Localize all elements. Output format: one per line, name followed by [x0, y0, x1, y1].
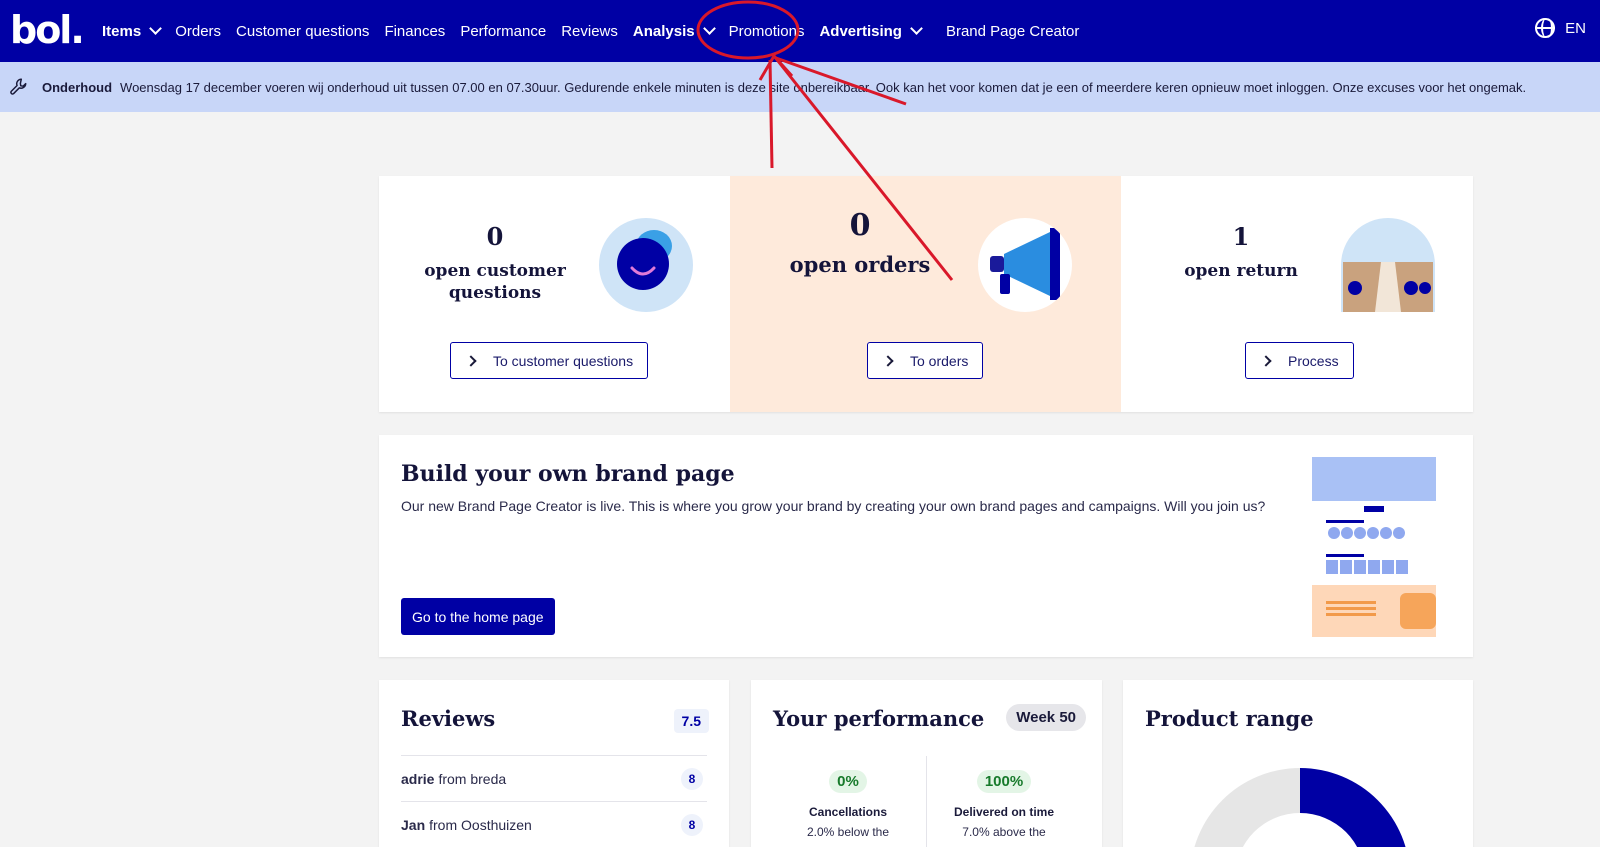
banner-title: Onderhoud [42, 79, 113, 95]
reviews-card: Reviews 7.5 adrie from breda 8 Jan from … [379, 680, 729, 847]
stats-card: 0 open customer questions To customer qu… [379, 176, 1473, 412]
wrench-icon [10, 78, 27, 95]
nav-menu: Items Orders Customer questions Finances… [102, 0, 1094, 62]
review-score: 8 [681, 814, 703, 836]
brand-page-card: Build your own brand page Our new Brand … [379, 435, 1473, 657]
top-navigation: bol. Items Orders Customer questions Fin… [0, 0, 1600, 62]
review-row[interactable]: adrie from breda 8 [401, 755, 707, 801]
nav-item-items[interactable]: Items [102, 22, 163, 40]
metric-cancellations: 0% Cancellations 2.0% below the [773, 770, 923, 839]
metric-percentage: 100% [976, 770, 1032, 793]
to-customer-questions-button[interactable]: To customer questions [450, 342, 649, 379]
package-icon [1341, 218, 1435, 312]
stat-label: open return [1184, 261, 1298, 281]
stat-customer-questions: 0 open customer questions To customer qu… [379, 176, 730, 412]
stat-label: open customer questions [424, 261, 566, 303]
nav-item-promotions[interactable]: Promotions [729, 23, 805, 40]
nav-item-reviews[interactable]: Reviews [561, 23, 618, 40]
stat-open-orders: 0 open orders To orders [730, 176, 1121, 412]
button-label: To customer questions [493, 352, 634, 369]
stat-count: 1 [1232, 222, 1250, 251]
review-row[interactable]: Jan from Oosthuizen 8 [401, 801, 707, 847]
metric-delivered-on-time: 100% Delivered on time 7.0% above the [929, 770, 1079, 839]
language-selector[interactable]: EN [1535, 18, 1586, 38]
performance-card: Your performance Week 50 0% Cancellation… [751, 680, 1102, 847]
metric-label: Cancellations [808, 805, 888, 819]
chevron-down-icon [702, 22, 716, 35]
chevron-down-icon [910, 22, 923, 35]
maintenance-banner: Onderhoud Woensdag 17 december voeren wi… [0, 62, 1600, 112]
reviews-score-badge: 7.5 [673, 709, 709, 733]
chat-bubble-icon [599, 218, 693, 312]
metric-subtext: 2.0% below the [806, 825, 890, 839]
nav-item-finances[interactable]: Finances [384, 23, 445, 40]
product-range-donut [1194, 768, 1406, 847]
nav-item-advertising[interactable]: Advertising [819, 22, 923, 40]
divider [926, 756, 927, 847]
brand-page-description: Our new Brand Page Creator is live. This… [401, 498, 1266, 514]
chevron-down-icon [149, 22, 163, 35]
language-label: EN [1565, 19, 1586, 37]
nav-item-analysis[interactable]: Analysis [633, 22, 716, 40]
to-orders-button[interactable]: To orders [867, 342, 984, 379]
process-button[interactable]: Process [1245, 342, 1354, 379]
stat-open-return: 1 open return Process [1121, 176, 1473, 412]
brand-page-title: Build your own brand page [401, 461, 735, 487]
reviews-title: Reviews [401, 706, 496, 731]
performance-title: Your performance [773, 706, 985, 731]
stat-count: 0 [849, 208, 871, 243]
reviewer-location: from Oosthuizen [429, 816, 532, 833]
button-label: To orders [910, 352, 969, 369]
brand-page-illustration [1312, 457, 1436, 637]
review-score: 8 [681, 768, 703, 790]
week-badge: Week 50 [1006, 704, 1086, 731]
product-range-card: Product range [1123, 680, 1473, 847]
product-range-title: Product range [1145, 706, 1314, 731]
button-label: Process [1288, 352, 1339, 369]
nav-item-brand-page-creator[interactable]: Brand Page Creator [946, 23, 1079, 40]
reviewer-name: Jan [401, 816, 426, 833]
reviewer-name: adrie [401, 770, 435, 787]
nav-item-orders[interactable]: Orders [175, 23, 221, 40]
reviewer-location: from breda [438, 770, 507, 787]
nav-item-performance[interactable]: Performance [460, 23, 546, 40]
metric-subtext: 7.0% above the [962, 825, 1046, 839]
banner-message: Woensdag 17 december voeren wij onderhou… [120, 79, 1527, 95]
chevron-right-icon [465, 354, 477, 367]
megaphone-icon [978, 218, 1072, 312]
globe-icon [1535, 18, 1556, 38]
metric-percentage: 0% [829, 770, 867, 793]
stat-count: 0 [486, 222, 504, 251]
chevron-right-icon [882, 354, 894, 367]
chevron-right-icon [1260, 354, 1272, 367]
bol-logo[interactable]: bol. [10, 4, 85, 56]
nav-item-customer-questions[interactable]: Customer questions [236, 23, 369, 40]
metric-label: Delivered on time [953, 805, 1055, 819]
go-to-home-page-button[interactable]: Go to the home page [401, 598, 555, 635]
stat-label: open orders [789, 252, 931, 277]
